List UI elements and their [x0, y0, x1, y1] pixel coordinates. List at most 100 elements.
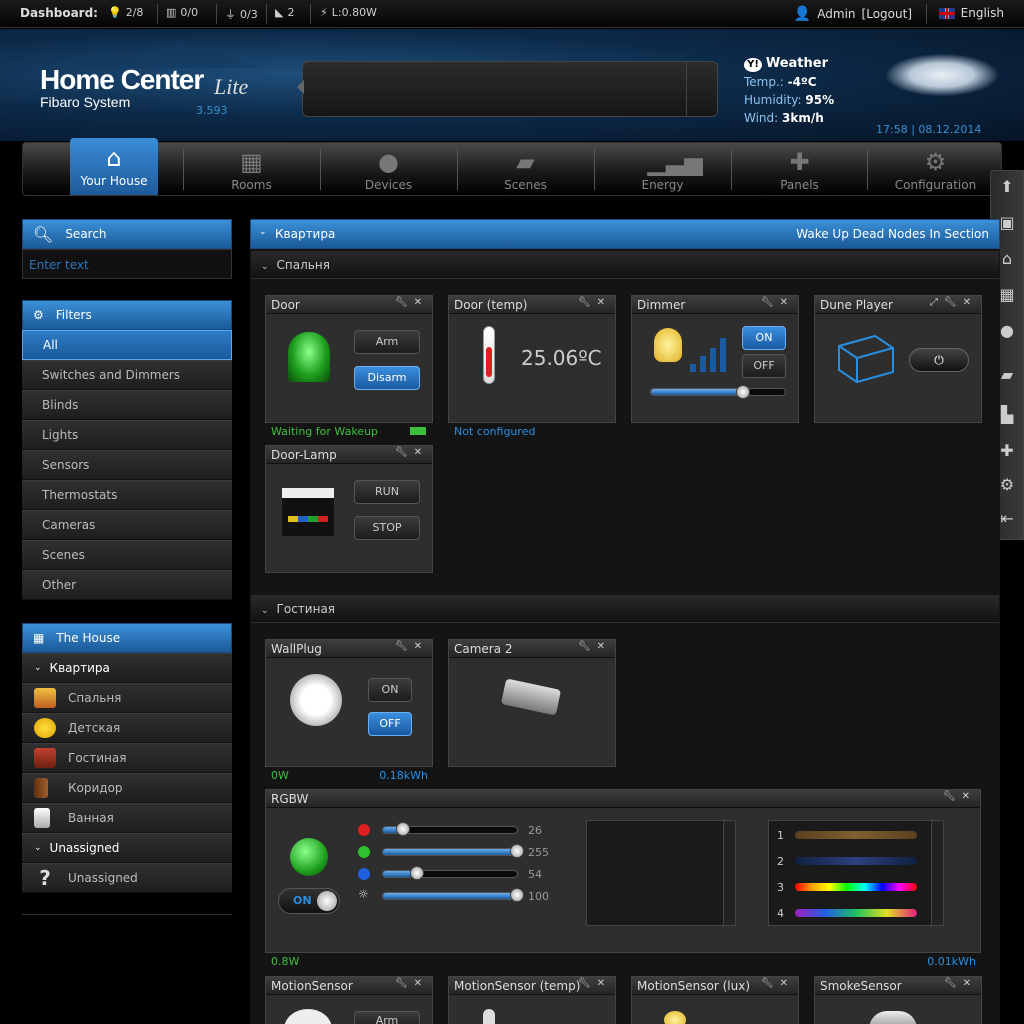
device-tools[interactable]: 🔧︎✕: [395, 641, 428, 652]
bed-icon: [34, 688, 56, 708]
blue-knob[interactable]: [410, 866, 424, 880]
red-knob[interactable]: [396, 822, 410, 836]
section-bedroom[interactable]: ⌄ Спальня: [251, 251, 999, 279]
device-tools[interactable]: 🔧︎✕: [578, 978, 611, 989]
scrollbar[interactable]: [931, 821, 943, 925]
filter-switches[interactable]: Switches and Dimmers: [22, 360, 232, 390]
filter-lights[interactable]: Lights: [22, 420, 232, 450]
device-door-lamp: Door-Lamp 🔧︎✕ RUN STOP: [265, 445, 433, 573]
nav-panels[interactable]: ✚ Panels: [731, 142, 868, 196]
device-title: Door-Lamp: [271, 448, 337, 462]
program-3-bar[interactable]: [795, 883, 917, 891]
on-button[interactable]: ON: [742, 326, 786, 350]
room-unassigned[interactable]: ? Unassigned: [22, 863, 232, 893]
section-apartment[interactable]: ⌄ Квартира: [22, 653, 232, 683]
sofa-icon: [34, 748, 56, 768]
stop-button[interactable]: STOP: [354, 516, 420, 540]
temperature: -4ºC: [787, 75, 817, 89]
logout-link[interactable]: [Logout]: [862, 7, 912, 21]
device-tools[interactable]: 🔧︎✕: [943, 791, 976, 802]
house-header: ▦ The House: [22, 623, 232, 653]
room-bathroom[interactable]: Ванная: [22, 803, 232, 833]
device-title: MotionSensor (temp): [454, 979, 581, 993]
power-button[interactable]: ⏻: [909, 348, 969, 372]
device-tools[interactable]: 🔧︎✕: [395, 978, 428, 989]
green-slider[interactable]: [382, 848, 518, 856]
section-unassigned[interactable]: ⌄ Unassigned: [22, 833, 232, 863]
search-input[interactable]: Enter text: [22, 249, 232, 279]
nav-energy[interactable]: ▁▃▅ Energy: [594, 142, 731, 196]
room-bedroom[interactable]: Спальня: [22, 683, 232, 713]
brand-subtitle: Fibaro System: [40, 94, 131, 110]
search-header: 🔍︎ Search: [22, 219, 232, 249]
dashboard-label: Dashboard:: [20, 6, 98, 20]
device-tools[interactable]: 🔧︎✕: [761, 297, 794, 308]
nav-configuration[interactable]: ⚙ Configuration: [867, 142, 1004, 196]
red-dot-icon: [358, 824, 370, 836]
device-tools[interactable]: 🔧︎✕: [395, 297, 428, 308]
program-1-bar[interactable]: [795, 831, 917, 839]
off-button[interactable]: OFF: [742, 354, 786, 378]
blind-icon: ▥: [166, 6, 177, 19]
room-kids[interactable]: Детская: [22, 713, 232, 743]
room-hallway[interactable]: Коридор: [22, 773, 232, 803]
lights-stat[interactable]: 💡 2/8: [108, 6, 143, 19]
power-stat[interactable]: ⚡ L:0.80W: [320, 6, 377, 19]
filter-thermostats[interactable]: Thermostats: [22, 480, 232, 510]
filter-all[interactable]: All: [22, 330, 232, 360]
username: Admin: [817, 7, 856, 21]
nav-your-house[interactable]: ⌂ Your House: [70, 138, 158, 195]
green-value: 255: [528, 846, 549, 859]
filter-scenes[interactable]: Scenes: [22, 540, 232, 570]
arrow-up-icon[interactable]: ⬆: [996, 176, 1018, 198]
filter-other[interactable]: Other: [22, 570, 232, 600]
color-preview-area[interactable]: [586, 820, 736, 926]
arm-button[interactable]: Arm: [354, 1011, 420, 1024]
alarms-stat[interactable]: ◣ 2: [275, 6, 294, 19]
device-motion-temp: MotionSensor (temp) 🔧︎✕: [448, 976, 616, 1024]
green-knob[interactable]: [510, 844, 524, 858]
chevron-down-icon: ⌄: [261, 262, 269, 272]
white-slider[interactable]: [382, 892, 518, 900]
rgb-indicator: [290, 838, 328, 876]
filter-sensors[interactable]: Sensors: [22, 450, 232, 480]
section-living-room[interactable]: ⌄ Гостиная: [251, 595, 999, 623]
nav-devices[interactable]: ● Devices: [320, 142, 457, 196]
device-tools[interactable]: 🔧︎✕: [944, 978, 977, 989]
nav-rooms[interactable]: ▦ Rooms: [183, 142, 320, 196]
filter-cameras[interactable]: Cameras: [22, 510, 232, 540]
device-tools[interactable]: 🔧︎✕: [578, 297, 611, 308]
nav-scenes[interactable]: ▰ Scenes: [457, 142, 594, 196]
run-button[interactable]: RUN: [354, 480, 420, 504]
dimmer-slider[interactable]: [650, 388, 786, 396]
divider: [216, 4, 217, 24]
disarm-button[interactable]: Disarm: [354, 366, 420, 390]
wake-dead-nodes-link[interactable]: Wake Up Dead Nodes In Section: [796, 227, 989, 241]
bulb-icon: ●: [378, 148, 399, 176]
off-button[interactable]: OFF: [368, 712, 412, 736]
chevron-down-icon: ⌄: [261, 606, 269, 616]
program-2-bar[interactable]: [795, 857, 917, 865]
device-tools[interactable]: 🔧︎✕: [578, 641, 611, 652]
program-4-bar[interactable]: [795, 909, 917, 917]
chevron-down-icon[interactable]: ⌄: [259, 227, 267, 237]
room-living[interactable]: Гостиная: [22, 743, 232, 773]
energy-value: 0.01kWh: [927, 955, 976, 968]
arm-button[interactable]: Arm: [354, 330, 420, 354]
device-tools[interactable]: 🔧︎✕: [761, 978, 794, 989]
device-tools[interactable]: 🔧︎✕: [395, 447, 428, 458]
blinds-stat[interactable]: ▥ 0/0: [166, 6, 198, 19]
yahoo-icon: Y!: [744, 58, 762, 72]
dimmer-knob[interactable]: [736, 385, 750, 399]
on-button[interactable]: ON: [368, 678, 412, 702]
scrollbar[interactable]: [723, 821, 735, 925]
plugs-stat[interactable]: ⏚ 0/3: [225, 6, 258, 22]
white-knob[interactable]: [510, 888, 524, 902]
language-selector[interactable]: English: [938, 6, 1004, 20]
power-toggle[interactable]: ON: [278, 888, 340, 914]
blue-slider[interactable]: [382, 870, 518, 878]
device-tools[interactable]: ⤢🔧︎✕: [930, 297, 977, 308]
device-rgbw: RGBW 🔧︎✕ ON 26 255 54 ☼ 100 1 2 3 4 0.8W 0…: [265, 789, 981, 968]
filter-blinds[interactable]: Blinds: [22, 390, 232, 420]
bulb-icon: 💡: [108, 6, 122, 19]
